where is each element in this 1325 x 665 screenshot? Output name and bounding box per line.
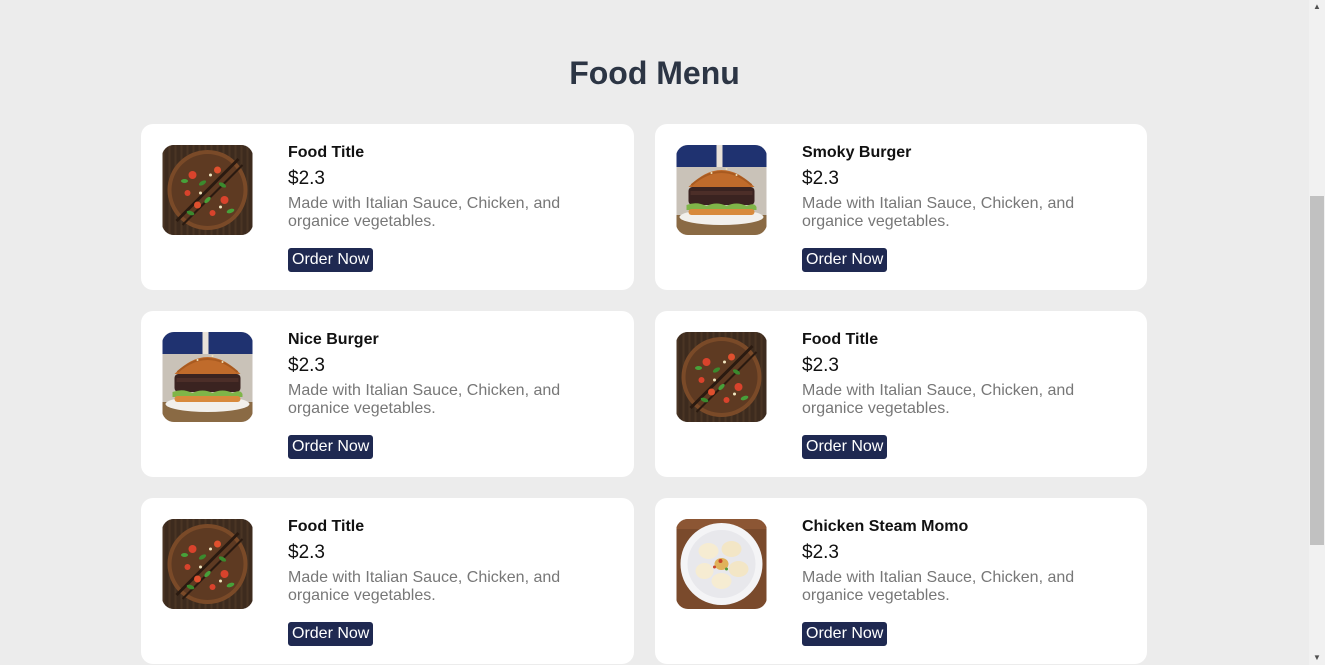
- menu-card: Chicken Steam Momo $2.3 Made with Italia…: [655, 498, 1147, 664]
- order-now-button[interactable]: Order Now: [802, 435, 888, 459]
- food-price: $2.3: [802, 168, 839, 189]
- food-description: Made with Italian Sauce, Chicken, and or…: [288, 569, 561, 604]
- food-image: [162, 332, 253, 422]
- burger-image: [676, 145, 767, 235]
- food-title: Food Title: [288, 144, 365, 161]
- scroll-up-arrow-icon[interactable]: ▲: [1309, 0, 1325, 14]
- menu-card: Smoky Burger $2.3 Made with Italian Sauc…: [655, 124, 1147, 290]
- food-price: $2.3: [802, 355, 839, 376]
- food-info: Chicken Steam Momo $2.3 Made with Italia…: [802, 518, 1102, 646]
- food-description: Made with Italian Sauce, Chicken, and or…: [802, 569, 1075, 604]
- menu-card: Food Title $2.3 Made with Italian Sauce,…: [655, 311, 1147, 477]
- food-description: Made with Italian Sauce, Chicken, and or…: [288, 382, 561, 417]
- scrollbar-thumb[interactable]: [1310, 196, 1324, 545]
- food-title: Food Title: [802, 331, 879, 348]
- food-info: Food Title $2.3 Made with Italian Sauce,…: [802, 331, 1102, 459]
- scroll-down-arrow-icon[interactable]: ▼: [1309, 651, 1325, 665]
- food-image: [162, 519, 253, 609]
- food-title: Food Title: [288, 518, 365, 535]
- food-title: Smoky Burger: [802, 144, 912, 161]
- order-now-button[interactable]: Order Now: [288, 435, 374, 459]
- food-title: Chicken Steam Momo: [802, 518, 969, 535]
- food-price: $2.3: [802, 542, 839, 563]
- food-image: [676, 519, 767, 609]
- food-image: [676, 332, 767, 422]
- menu-card: Food Title $2.3 Made with Italian Sauce,…: [141, 124, 634, 290]
- food-title: Nice Burger: [288, 331, 379, 348]
- order-now-button[interactable]: Order Now: [288, 248, 374, 272]
- pizza-image: [162, 145, 253, 235]
- food-image: [162, 145, 253, 235]
- vertical-scrollbar[interactable]: ▲ ▼: [1309, 0, 1325, 665]
- pizza-image: [676, 332, 767, 422]
- order-now-button[interactable]: Order Now: [288, 622, 374, 646]
- menu-card: Nice Burger $2.3 Made with Italian Sauce…: [141, 311, 634, 477]
- order-now-button[interactable]: Order Now: [802, 248, 888, 272]
- food-description: Made with Italian Sauce, Chicken, and or…: [288, 195, 561, 230]
- momo-image: [676, 519, 767, 609]
- menu-card: Food Title $2.3 Made with Italian Sauce,…: [141, 498, 634, 664]
- food-image: [676, 145, 767, 235]
- food-description: Made with Italian Sauce, Chicken, and or…: [802, 382, 1075, 417]
- food-info: Food Title $2.3 Made with Italian Sauce,…: [288, 518, 588, 646]
- pizza-image: [162, 519, 253, 609]
- burger-image: [162, 332, 253, 422]
- food-info: Smoky Burger $2.3 Made with Italian Sauc…: [802, 144, 1102, 272]
- food-price: $2.3: [288, 168, 325, 189]
- food-info: Food Title $2.3 Made with Italian Sauce,…: [288, 144, 588, 272]
- food-info: Nice Burger $2.3 Made with Italian Sauce…: [288, 331, 588, 459]
- food-price: $2.3: [288, 542, 325, 563]
- food-price: $2.3: [288, 355, 325, 376]
- order-now-button[interactable]: Order Now: [802, 622, 888, 646]
- menu-grid: Food Title $2.3 Made with Italian Sauce,…: [141, 124, 1147, 664]
- page-title: Food Menu: [569, 55, 740, 91]
- food-description: Made with Italian Sauce, Chicken, and or…: [802, 195, 1075, 230]
- page: Food Menu Food Title $2.3 Made with Ital…: [0, 0, 1309, 665]
